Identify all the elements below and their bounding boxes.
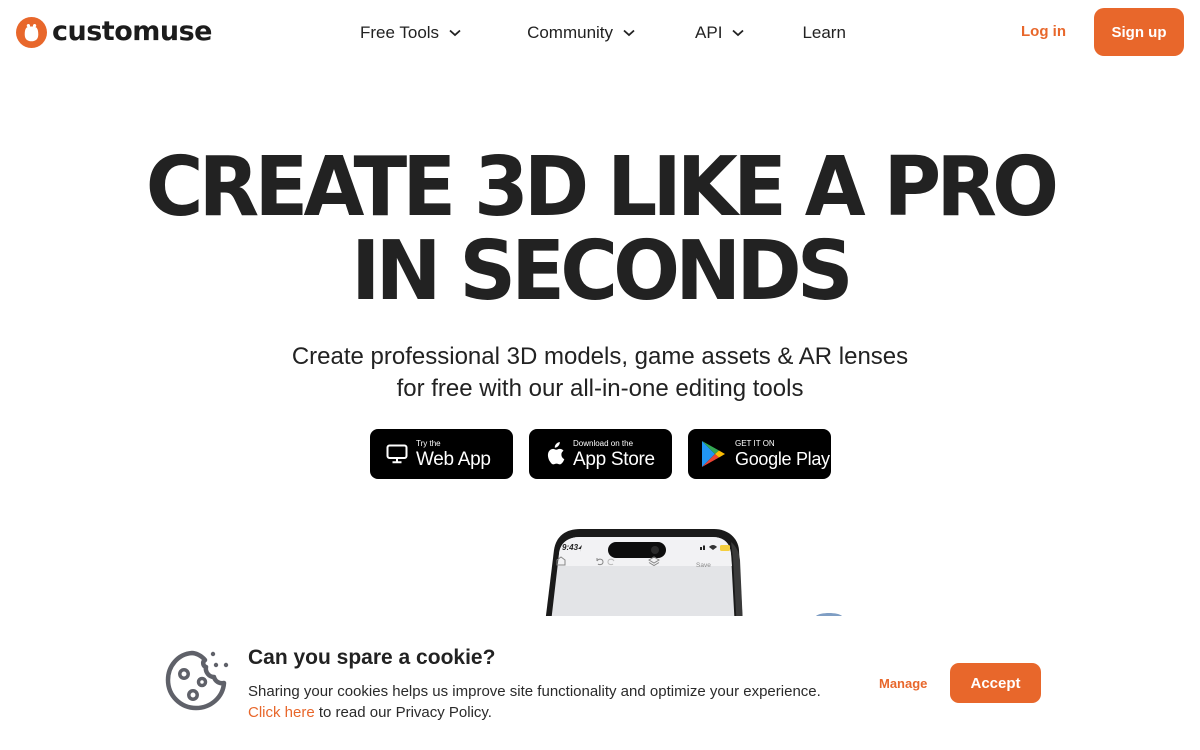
web-app-big: Web App [416, 448, 491, 470]
google-play-text: GET IT ON Google Play [735, 439, 830, 469]
nav-api-label: API [695, 23, 723, 42]
privacy-policy-link[interactable]: Click here [248, 704, 315, 721]
accept-cookies-button[interactable]: Accept [950, 663, 1041, 703]
hero-subtitle: Create professional 3D models, game asse… [0, 341, 1200, 405]
google-play-icon [702, 441, 725, 467]
hero-title-line-1: CREATE 3D LIKE A PRO [145, 140, 1059, 235]
cookie-description: Sharing your cookies helps us improve si… [248, 683, 821, 700]
nav-learn-label: Learn [802, 23, 846, 42]
cookie-text: Sharing your cookies helps us improve si… [248, 681, 821, 723]
app-store-big: App Store [573, 448, 655, 470]
web-app-button[interactable]: Try the Web App [370, 429, 513, 479]
app-store-small: Download on the [573, 438, 634, 448]
app-store-button[interactable]: Download on the App Store [529, 429, 672, 479]
nav-free-tools[interactable]: Free Tools [360, 23, 461, 43]
site-header: customuse Free Tools Community API Learn… [0, 0, 1200, 64]
app-store-text: Download on the App Store [573, 438, 655, 470]
chevron-down-icon [623, 29, 635, 37]
logo-text: customuse [52, 16, 213, 47]
logo-icon [16, 17, 47, 48]
hero-subtitle-line-2: for free with our all-in-one editing too… [396, 375, 804, 402]
chevron-down-icon [732, 29, 745, 37]
nav-community-label: Community [527, 23, 614, 42]
nav-api[interactable]: API [695, 23, 745, 43]
cookie-banner: Can you spare a cookie? Sharing your coo… [0, 616, 1200, 750]
signup-button[interactable]: Sign up [1094, 8, 1184, 56]
chevron-down-icon [449, 29, 461, 37]
page: customuse Free Tools Community API Learn… [0, 0, 1200, 750]
hero-subtitle-line-1: Create professional 3D models, game asse… [291, 343, 909, 370]
phone-save-label: Save [696, 562, 711, 569]
google-play-button[interactable]: GET IT ON Google Play [688, 429, 831, 479]
google-play-big: Google Play [735, 449, 830, 469]
nav-learn[interactable]: Learn [802, 23, 845, 43]
store-buttons: Try the Web App Download on the App Stor… [370, 429, 831, 479]
web-app-text: Try the Web App [416, 438, 491, 470]
apple-icon [547, 442, 565, 465]
main-nav: Free Tools Community API Learn [360, 20, 846, 46]
monitor-icon [386, 444, 408, 464]
cookie-title: Can you spare a cookie? [248, 646, 496, 669]
cookie-policy-line: Click here to read our Privacy Policy. [248, 702, 821, 723]
phone-time: 9:43 [562, 543, 579, 552]
cookie-policy-suffix: to read our Privacy Policy. [314, 704, 492, 721]
nav-community[interactable]: Community [527, 23, 635, 43]
google-play-small: GET IT ON [735, 439, 775, 448]
cookie-icon [165, 650, 229, 711]
hero-title: CREATE 3D LIKE A PRO IN SECONDS [24, 146, 1176, 314]
login-link[interactable]: Log in [1021, 23, 1066, 40]
logo-link[interactable]: customuse [16, 16, 213, 48]
nav-free-tools-label: Free Tools [360, 23, 440, 42]
web-app-small: Try the [416, 438, 441, 448]
hero-title-line-2: IN SECONDS [351, 224, 853, 319]
manage-cookies-button[interactable]: Manage [879, 676, 927, 691]
